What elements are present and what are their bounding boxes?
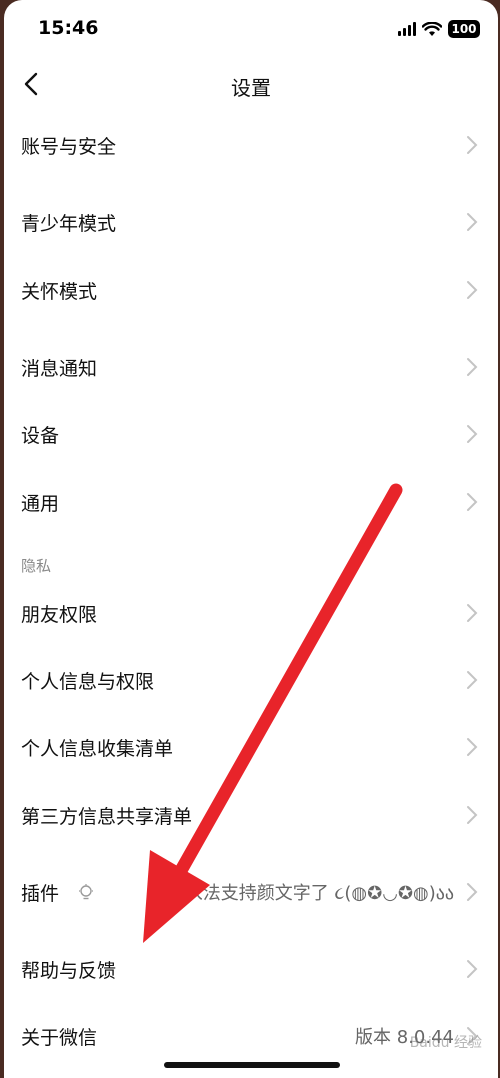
chevron-right-icon [467, 604, 478, 622]
chevron-right-icon [467, 493, 478, 511]
row-label: 插件 [21, 882, 60, 905]
privacy-section-header: 隐私 [21, 557, 52, 575]
chevron-right-icon [467, 358, 478, 376]
chevron-right-icon [467, 738, 478, 756]
baidu-watermark: Baidu 经验 [409, 1035, 482, 1051]
page-title: 设置 [231, 76, 271, 100]
row-label: 关怀模式 [21, 280, 98, 303]
settings-screen: 15:46 100 设置 账号与安全 青少年模式 关怀模式 消息通知 设备 通用… [4, 0, 498, 1078]
settings-row-third-party-sharing[interactable]: 第三方信息共享清单 [4, 785, 498, 845]
phone-frame: 15:46 100 设置 账号与安全 青少年模式 关怀模式 消息通知 设备 通用… [0, 0, 500, 1078]
row-label: 通用 [21, 492, 60, 515]
row-label: 设备 [21, 424, 60, 447]
chevron-right-icon [467, 883, 478, 901]
status-icons: 100 [398, 18, 480, 40]
battery-icon: 100 [448, 20, 480, 38]
row-label: 消息通知 [21, 357, 98, 380]
status-bar: 15:46 100 [4, 0, 498, 56]
bulb-icon [79, 884, 93, 900]
settings-row-general[interactable]: 通用 [4, 472, 498, 532]
row-label: 个人信息收集清单 [21, 737, 174, 760]
chevron-right-icon [467, 425, 478, 443]
settings-row-teen-mode[interactable]: 青少年模式 [4, 192, 498, 252]
chevron-right-icon [467, 960, 478, 978]
plugins-value: 入法支持颜文字了 ૮(◍✪◡✪◍)აა [184, 883, 454, 904]
cellular-signal-icon [398, 22, 416, 36]
navigation-bar: 设置 [4, 60, 498, 108]
row-label: 青少年模式 [21, 212, 117, 235]
status-time: 15:46 [38, 17, 99, 39]
row-label: 帮助与反馈 [21, 959, 117, 982]
settings-row-personal-info[interactable]: 个人信息与权限 [4, 650, 498, 710]
row-label: 关于微信 [21, 1026, 98, 1049]
home-indicator [164, 1062, 340, 1068]
settings-row-account-security[interactable]: 账号与安全 [4, 115, 498, 175]
row-label: 第三方信息共享清单 [21, 805, 193, 828]
settings-row-help-feedback[interactable]: 帮助与反馈 [4, 939, 498, 999]
chevron-right-icon [467, 136, 478, 154]
chevron-right-icon [467, 281, 478, 299]
row-label: 朋友权限 [21, 603, 98, 626]
row-label: 账号与安全 [21, 135, 117, 158]
settings-row-care-mode[interactable]: 关怀模式 [4, 260, 498, 320]
settings-row-plugins[interactable]: 插件 入法支持颜文字了 ૮(◍✪◡✪◍)აა [4, 862, 498, 922]
settings-row-notifications[interactable]: 消息通知 [4, 337, 498, 397]
settings-row-devices[interactable]: 设备 [4, 404, 498, 464]
chevron-right-icon [467, 806, 478, 824]
chevron-right-icon [467, 213, 478, 231]
row-label: 个人信息与权限 [21, 670, 155, 693]
settings-row-info-collection[interactable]: 个人信息收集清单 [4, 717, 498, 777]
wifi-icon [422, 21, 442, 36]
settings-row-friend-permissions[interactable]: 朋友权限 [4, 583, 498, 643]
chevron-right-icon [467, 671, 478, 689]
